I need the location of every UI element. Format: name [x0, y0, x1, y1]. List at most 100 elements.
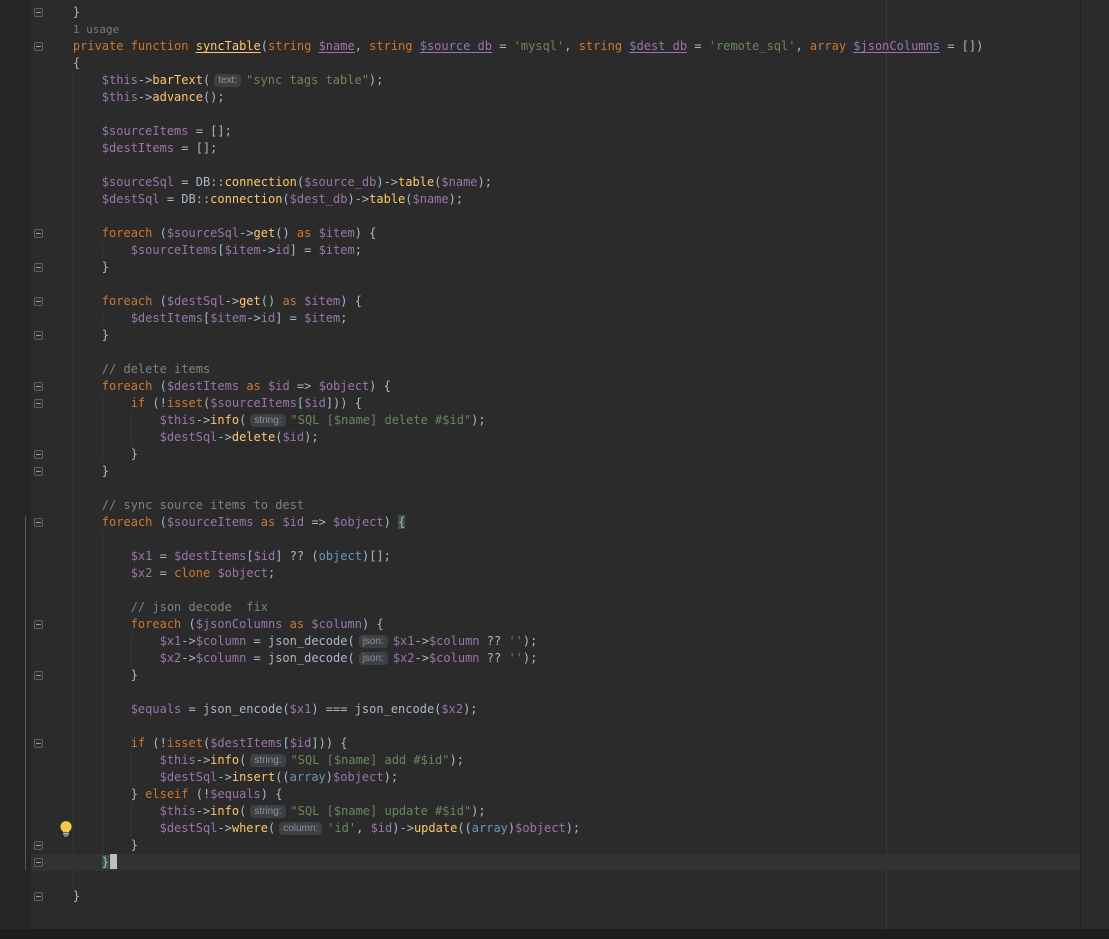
code-token: $item	[319, 226, 355, 240]
fold-close-icon[interactable]	[34, 450, 43, 459]
fold-close-icon[interactable]	[34, 331, 43, 340]
code-token: =	[152, 566, 174, 580]
code-text: private function syncTable(string $name,…	[0, 38, 1080, 55]
code-line[interactable]	[0, 276, 1080, 293]
code-line[interactable]: $destItems[$item->id] = $item;	[0, 310, 1080, 327]
code-line[interactable]: if (!isset($sourceItems[$id])) {	[0, 395, 1080, 412]
code-line[interactable]	[0, 871, 1080, 888]
code-line[interactable]: 1 usage	[0, 21, 1080, 38]
code-token: ;	[340, 311, 347, 325]
code-token: (	[181, 617, 195, 631]
code-line[interactable]	[0, 208, 1080, 225]
code-token: $item	[304, 311, 340, 325]
code-line[interactable]: foreach ($sourceSql->get() as $item) {	[0, 225, 1080, 242]
fold-open-icon[interactable]	[34, 382, 43, 391]
code-line[interactable]: } elseif (!$equals) {	[0, 786, 1080, 803]
fold-open-icon[interactable]	[34, 739, 43, 748]
code-line[interactable]: $x1 = $destItems[$id] ?? (object)[];	[0, 548, 1080, 565]
code-line[interactable]: }	[0, 327, 1080, 344]
code-line[interactable]: // sync source items to dest	[0, 497, 1080, 514]
code-line[interactable]: }	[0, 259, 1080, 276]
code-text: foreach ($destSql->get() as $item) {	[0, 293, 1080, 310]
code-line[interactable]: }	[0, 667, 1080, 684]
code-line[interactable]: $destSql->where(column:'id', $id)->updat…	[0, 820, 1080, 837]
code-line[interactable]: }	[0, 446, 1080, 463]
fold-close-icon[interactable]	[34, 467, 43, 476]
code-text: }	[0, 667, 1080, 684]
code-token: (	[239, 804, 246, 818]
code-token: $sourceItems	[167, 515, 254, 529]
code-line[interactable]: }	[0, 854, 1080, 871]
code-line[interactable]: }	[0, 463, 1080, 480]
code-line[interactable]: $x2->$column = json_decode(json:$x2->$co…	[0, 650, 1080, 667]
inlay-hint-badge: string:	[250, 805, 285, 818]
code-line[interactable]: $x2 = clone $object;	[0, 565, 1080, 582]
code-line[interactable]: $sourceItems = [];	[0, 123, 1080, 140]
panel-separator	[1080, 0, 1081, 929]
code-token: ->	[415, 634, 429, 648]
code-line[interactable]: $this->info(string:"SQL [$name] add #$id…	[0, 752, 1080, 769]
code-token: "SQL [$name] add #$id"	[291, 753, 450, 767]
code-line[interactable]: }	[0, 4, 1080, 21]
code-line[interactable]: $destSql->insert((array)$object);	[0, 769, 1080, 786]
code-line[interactable]	[0, 684, 1080, 701]
code-token: ,	[355, 39, 369, 53]
code-line[interactable]	[0, 157, 1080, 174]
code-token: (	[405, 192, 412, 206]
code-token: get	[254, 226, 276, 240]
code-line[interactable]: foreach ($jsonColumns as $column) {	[0, 616, 1080, 633]
code-token: ->	[196, 804, 210, 818]
code-line[interactable]: $equals = json_encode($x1) === json_enco…	[0, 701, 1080, 718]
code-line[interactable]: }	[0, 888, 1080, 905]
code-line[interactable]: }	[0, 837, 1080, 854]
fold-open-icon[interactable]	[34, 399, 43, 408]
code-token: $column	[429, 634, 480, 648]
code-line[interactable]: $destSql->delete($id);	[0, 429, 1080, 446]
fold-close-icon[interactable]	[34, 858, 43, 867]
code-line[interactable]: // delete items	[0, 361, 1080, 378]
code-line[interactable]	[0, 531, 1080, 548]
code-line[interactable]: private function syncTable(string $name,…	[0, 38, 1080, 55]
fold-open-icon[interactable]	[34, 620, 43, 629]
code-line[interactable]: $destItems = [];	[0, 140, 1080, 157]
code-line[interactable]: $sourceItems[$item->id] = $item;	[0, 242, 1080, 259]
intention-bulb-icon[interactable]	[57, 820, 75, 838]
code-line[interactable]: // json decode fix	[0, 599, 1080, 616]
code-line[interactable]: if (!isset($destItems[$id])) {	[0, 735, 1080, 752]
code-line[interactable]: $this->advance();	[0, 89, 1080, 106]
code-token: private function	[73, 39, 196, 53]
fold-open-icon[interactable]	[34, 297, 43, 306]
code-token: array	[290, 770, 326, 784]
code-line[interactable]: $this->info(string:"SQL [$name] delete #…	[0, 412, 1080, 429]
code-token	[44, 566, 131, 580]
code-line[interactable]	[0, 718, 1080, 735]
code-token: ->	[138, 90, 152, 104]
fold-open-icon[interactable]	[34, 518, 43, 527]
code-line[interactable]: $destSql = DB::connection($dest_db)->tab…	[0, 191, 1080, 208]
code-token	[44, 379, 102, 393]
code-line[interactable]	[0, 344, 1080, 361]
fold-open-icon[interactable]	[34, 229, 43, 238]
fold-close-icon[interactable]	[34, 892, 43, 901]
fold-close-icon[interactable]	[34, 841, 43, 850]
code-line[interactable]	[0, 582, 1080, 599]
code-line[interactable]: $this->info(string:"SQL [$name] update #…	[0, 803, 1080, 820]
code-token: as	[290, 617, 304, 631]
code-line[interactable]	[0, 480, 1080, 497]
code-line[interactable]: $this->barText(text:"sync tags table");	[0, 72, 1080, 89]
code-line[interactable]: foreach ($destItems as $id => $object) {	[0, 378, 1080, 395]
code-line[interactable]: {	[0, 55, 1080, 72]
code-token: $source_db	[304, 175, 376, 189]
code-line[interactable]: foreach ($destSql->get() as $item) {	[0, 293, 1080, 310]
code-line[interactable]: $sourceSql = DB::connection($source_db)-…	[0, 174, 1080, 191]
code-token: $name	[413, 192, 449, 206]
code-token: "SQL [$name] delete #$id"	[291, 413, 472, 427]
code-line[interactable]: foreach ($sourceItems as $id => $object)…	[0, 514, 1080, 531]
code-line[interactable]	[0, 106, 1080, 123]
fold-close-icon[interactable]	[34, 8, 43, 17]
fold-open-icon[interactable]	[34, 42, 43, 51]
code-token: }	[44, 260, 109, 274]
fold-close-icon[interactable]	[34, 263, 43, 272]
code-line[interactable]: $x1->$column = json_decode(json:$x1->$co…	[0, 633, 1080, 650]
fold-close-icon[interactable]	[34, 671, 43, 680]
